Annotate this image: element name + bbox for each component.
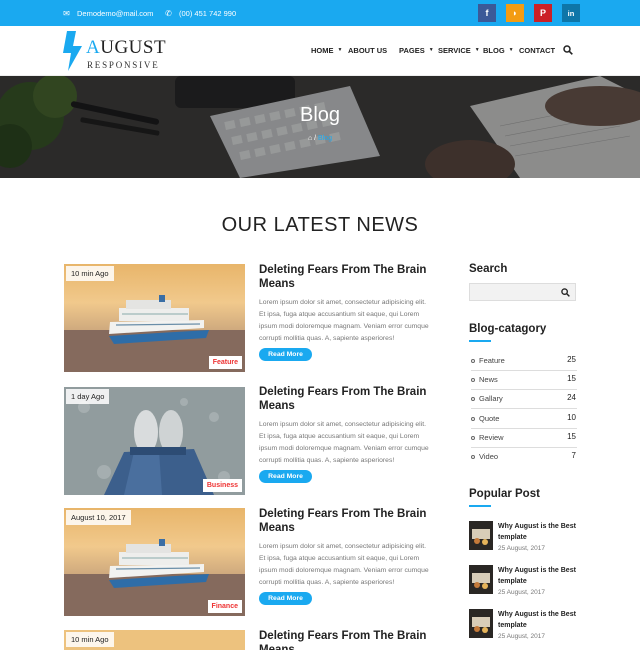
- popular-post-title[interactable]: Why August is the Best template: [498, 521, 578, 543]
- pinterest-icon[interactable]: P: [534, 4, 552, 22]
- site-header: AUGUST RESPONSIVE HOME ▼ ABOUT US PAGES ▼ …: [0, 26, 640, 76]
- popular-post-thumbnail[interactable]: [469, 521, 493, 550]
- rss-icon[interactable]: ◗: [506, 4, 524, 22]
- popular-post-title[interactable]: Why August is the Best template: [498, 609, 578, 631]
- phone-contact[interactable]: ✆ (00) 451 742 990: [164, 0, 236, 26]
- post-time-badge: 1 day Ago: [66, 389, 110, 404]
- category-item[interactable]: Quote 10: [471, 410, 577, 429]
- category-item[interactable]: Gallary 24: [471, 390, 577, 409]
- post-time-badge: 10 min Ago: [66, 632, 114, 647]
- page-hero: [0, 76, 640, 178]
- caret-down-icon: ▼: [508, 47, 514, 53]
- post-excerpt: Lorem ipsum dolor sit amet, consectetur …: [259, 299, 429, 342]
- phone-icon: ✆: [165, 8, 172, 18]
- section-title: OUR LATEST NEWS: [221, 214, 419, 236]
- email-text: Demodemo@mail.com: [77, 8, 154, 18]
- logo-tagline: RESPONSIVE: [87, 60, 160, 70]
- read-more-button[interactable]: Read More: [259, 592, 312, 605]
- nav-home[interactable]: HOME ▼: [311, 46, 342, 55]
- search-icon[interactable]: [561, 288, 570, 297]
- title-underline: [469, 505, 491, 507]
- category-item[interactable]: Review 15: [471, 429, 577, 448]
- post-image[interactable]: 10 min Ago: [64, 630, 245, 650]
- top-bar: ✉ Demodemo@mail.com ✆ (00) 451 742 990 f…: [0, 0, 640, 26]
- search-icon[interactable]: [563, 45, 573, 55]
- category-item[interactable]: News 15: [471, 371, 577, 390]
- sidebar-search-input[interactable]: [469, 283, 576, 301]
- caret-down-icon: ▼: [474, 47, 480, 53]
- home-icon[interactable]: ⌂: [308, 135, 312, 142]
- lightning-logo-icon[interactable]: [62, 31, 84, 71]
- phone-text: (00) 451 742 990: [179, 8, 237, 18]
- category-item[interactable]: Feature 25: [471, 352, 577, 371]
- read-more-button[interactable]: Read More: [259, 470, 312, 483]
- bullet-icon: [471, 436, 475, 440]
- facebook-icon[interactable]: f: [478, 4, 496, 22]
- category-badge[interactable]: Business: [202, 479, 242, 492]
- sidebar-category-title: Blog-catagory: [469, 323, 547, 335]
- bullet-icon: [471, 455, 475, 459]
- post-image[interactable]: 1 day Ago Business: [64, 387, 245, 495]
- popular-post-date: 25 August, 2017: [498, 545, 545, 552]
- popular-post-date: 25 August, 2017: [498, 589, 545, 596]
- post-excerpt: Lorem ipsum dolor sit amet, consectetur …: [259, 421, 429, 464]
- popular-post-date: 25 August, 2017: [498, 633, 545, 640]
- category-badge[interactable]: Feature: [208, 356, 242, 369]
- bullet-icon: [471, 378, 475, 382]
- post-excerpt: Lorem ipsum dolor sit amet, consectetur …: [259, 543, 429, 586]
- category-badge[interactable]: Finance: [207, 600, 242, 613]
- nav-blog[interactable]: BLOG ▼: [483, 46, 514, 55]
- popular-post-thumbnail[interactable]: [469, 609, 493, 638]
- page-title: Blog: [299, 104, 341, 126]
- category-item[interactable]: Video 7: [471, 448, 577, 467]
- nav-contact[interactable]: CONTACT: [519, 46, 555, 55]
- post-title[interactable]: Deleting Fears From The Brain Means: [259, 630, 439, 650]
- email-contact[interactable]: ✉ Demodemo@mail.com: [62, 0, 153, 26]
- nav-pages[interactable]: PAGES ▼: [399, 46, 434, 55]
- post-image[interactable]: August 10, 2017 Finance: [64, 508, 245, 616]
- read-more-button[interactable]: Read More: [259, 348, 312, 361]
- nav-about-us[interactable]: ABOUT US: [348, 46, 387, 55]
- nav-service[interactable]: SERVICE ▼: [438, 46, 480, 55]
- post-image[interactable]: 10 min Ago Feature: [64, 264, 245, 372]
- sidebar-popular-title: Popular Post: [469, 488, 540, 500]
- popular-post-title[interactable]: Why August is the Best template: [498, 565, 578, 587]
- popular-post-thumbnail[interactable]: [469, 565, 493, 594]
- bullet-icon: [471, 417, 475, 421]
- bullet-icon: [471, 359, 475, 363]
- post-time-badge: August 10, 2017: [66, 510, 131, 525]
- breadcrumb: ⌂ / Blog: [307, 135, 333, 142]
- desk-background-image: [0, 76, 640, 178]
- sidebar-search-title: Search: [469, 263, 508, 275]
- post-title[interactable]: Deleting Fears From The Brain Means: [259, 264, 439, 291]
- post-title[interactable]: Deleting Fears From The Brain Means: [259, 508, 439, 535]
- bullet-icon: [471, 397, 475, 401]
- logo-wordmark[interactable]: AUGUST: [86, 38, 166, 57]
- breadcrumb-current: Blog: [318, 135, 333, 142]
- post-time-badge: 10 min Ago: [66, 266, 114, 281]
- caret-down-icon: ▼: [337, 47, 343, 53]
- title-underline: [469, 340, 491, 342]
- caret-down-icon: ▼: [428, 47, 434, 53]
- post-title[interactable]: Deleting Fears From The Brain Means: [259, 386, 439, 413]
- envelope-icon: ✉: [63, 8, 70, 18]
- linkedin-icon[interactable]: in: [562, 4, 580, 22]
